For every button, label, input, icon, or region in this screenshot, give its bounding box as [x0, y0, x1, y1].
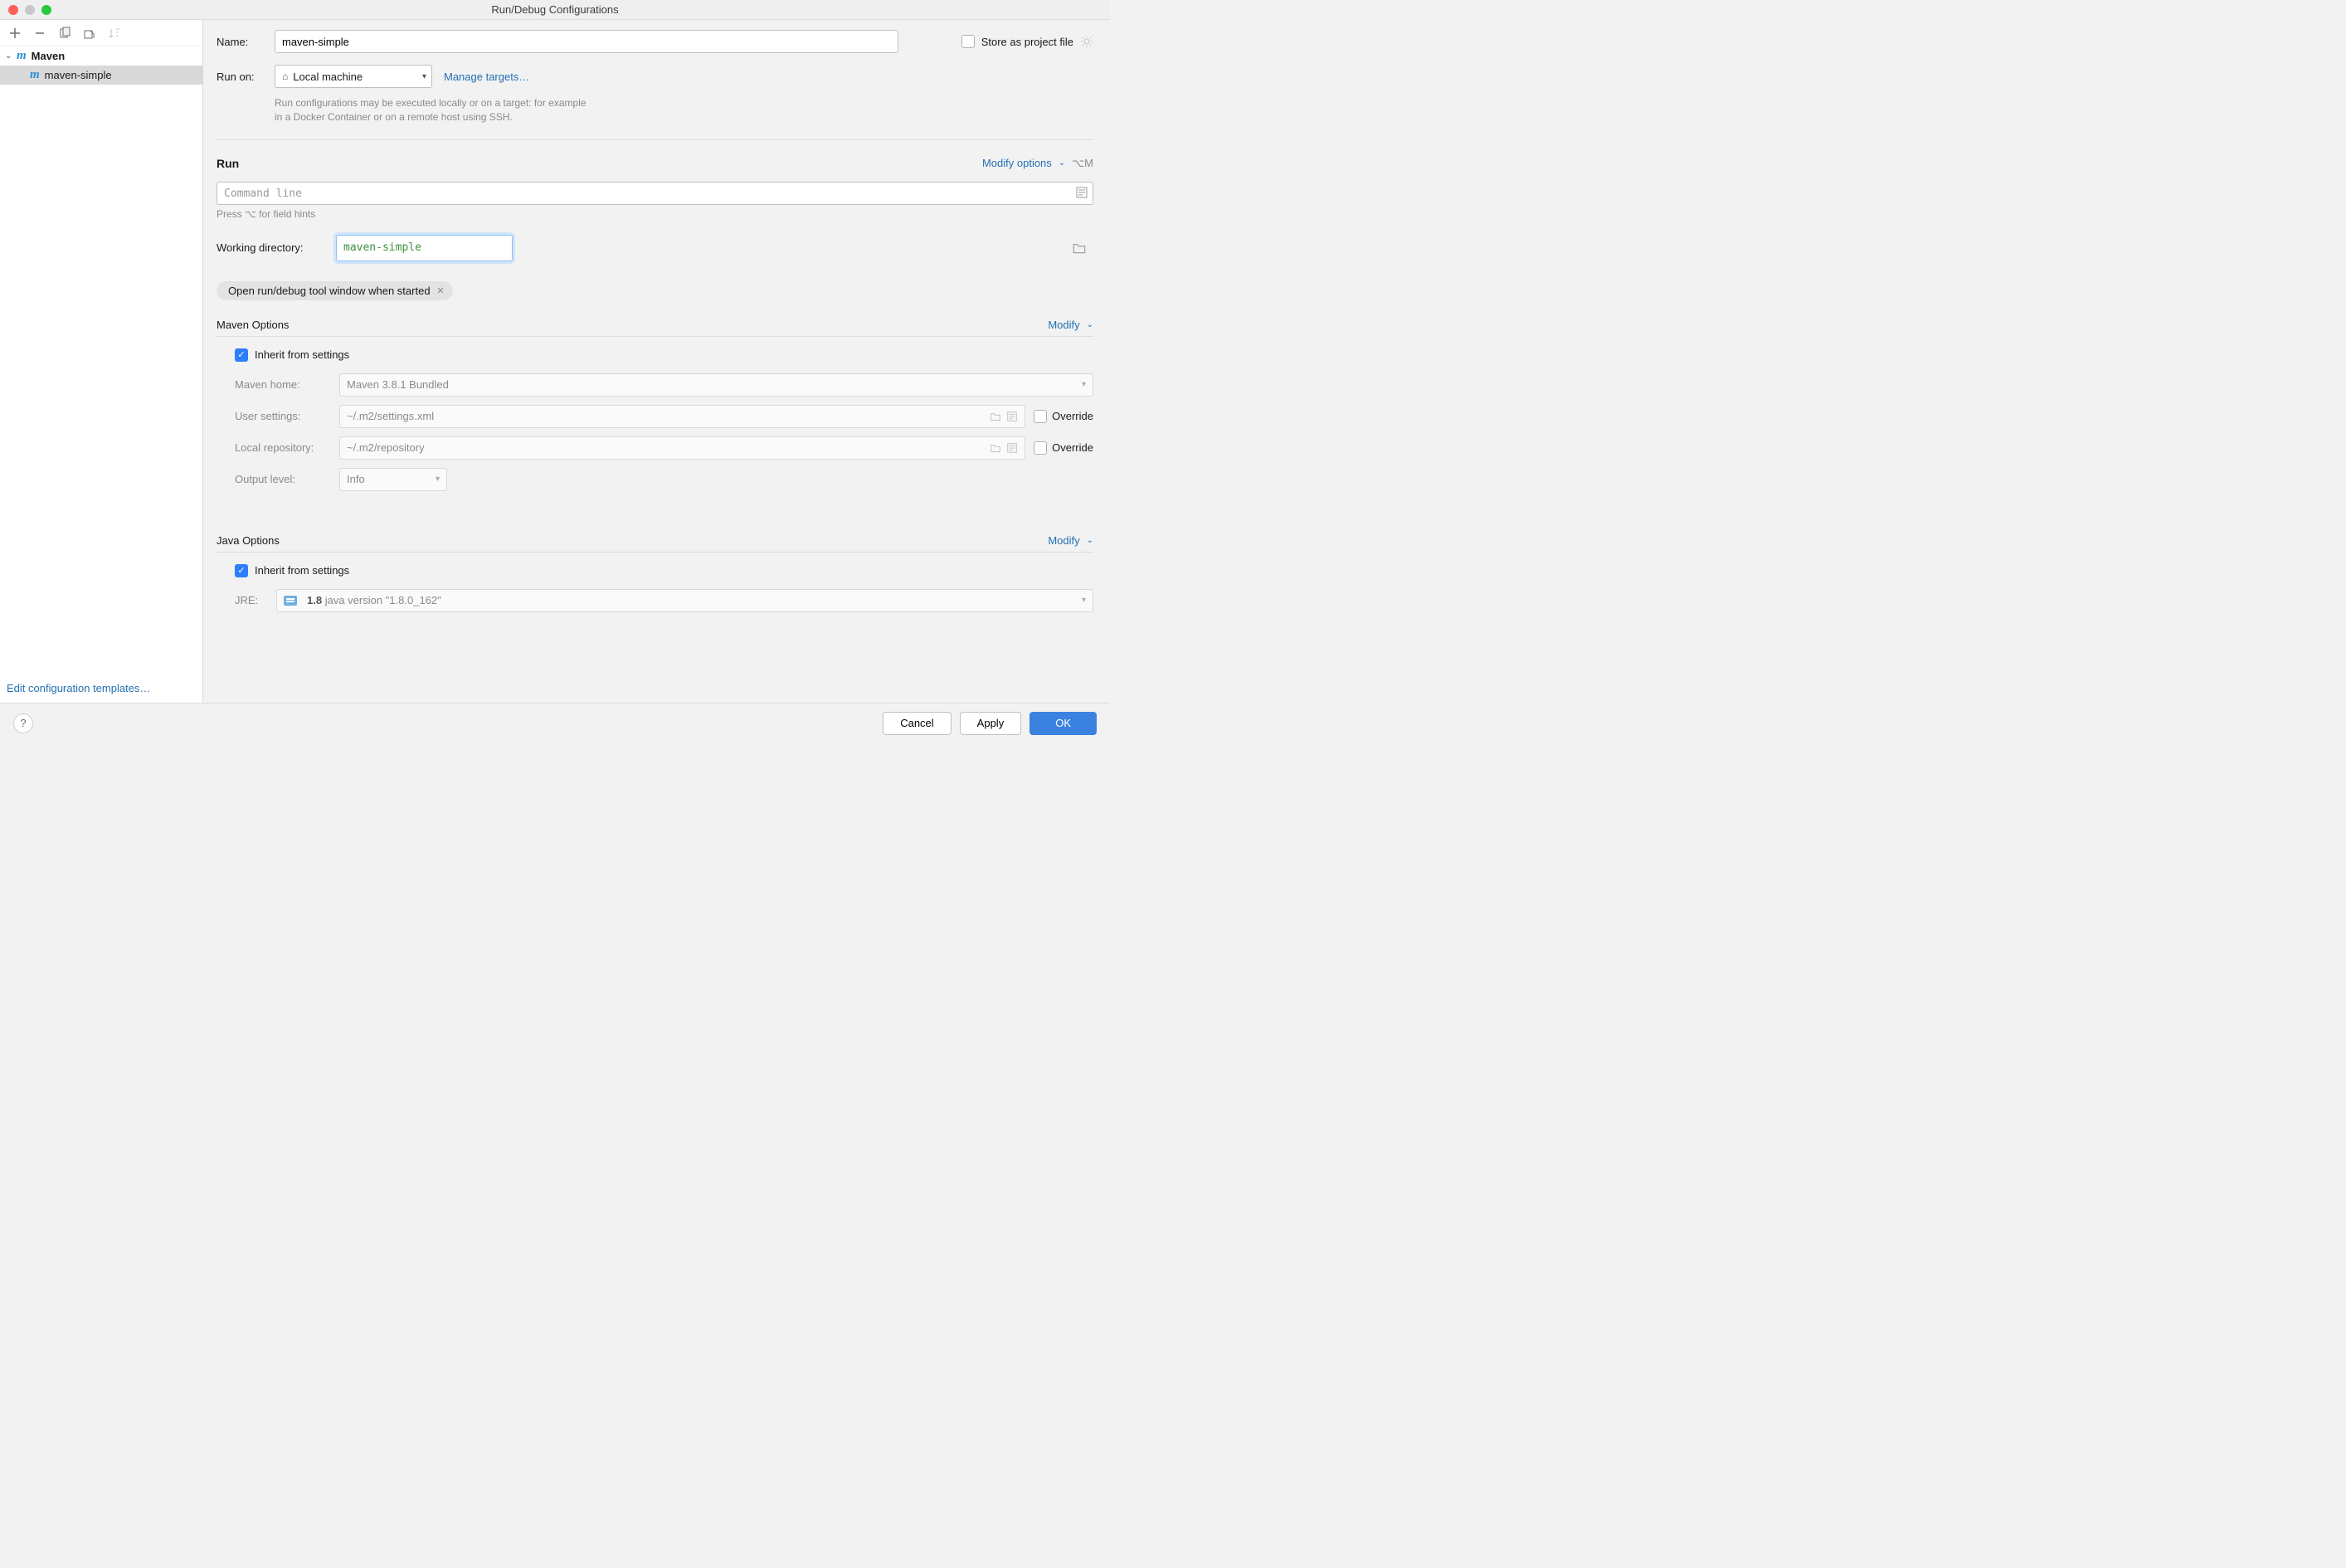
modify-shortcut: ⌥M — [1072, 157, 1093, 170]
java-options-title: Java Options — [217, 534, 280, 547]
java-inherit-checkbox[interactable]: ✓ — [235, 564, 248, 577]
sidebar: ⌄ m Maven m maven-simple Edit configurat… — [0, 20, 203, 703]
ok-button[interactable]: OK — [1029, 712, 1097, 735]
chevron-down-icon: ▾ — [1082, 380, 1086, 389]
field-hint: Press ⌥ for field hints — [217, 208, 1093, 220]
maven-inherit-label: Inherit from settings — [255, 348, 349, 361]
folder-icon[interactable] — [1072, 241, 1087, 256]
name-label: Name: — [217, 36, 275, 48]
tree-node-maven[interactable]: ⌄ m Maven — [0, 46, 202, 66]
folder-icon — [990, 442, 1001, 454]
copy-icon[interactable] — [58, 27, 71, 40]
titlebar: Run/Debug Configurations — [0, 0, 1110, 20]
apply-button[interactable]: Apply — [960, 712, 1022, 735]
jre-field: 1.8 java version "1.8.0_162" ▾ — [276, 589, 1093, 612]
user-settings-label: User settings: — [235, 410, 339, 422]
maven-inherit-checkbox[interactable]: ✓ — [235, 348, 248, 362]
sort-icon — [108, 27, 121, 40]
close-icon[interactable]: ✕ — [437, 285, 445, 296]
chevron-down-icon: ⌄ — [1087, 536, 1093, 545]
window-title: Run/Debug Configurations — [7, 3, 1103, 16]
footer: ? Cancel Apply OK — [0, 703, 1110, 743]
output-level-field: Info ▾ — [339, 468, 447, 491]
gear-icon[interactable] — [1080, 35, 1093, 48]
home-icon: ⌂ — [282, 71, 288, 82]
minimize-window-button[interactable] — [25, 5, 35, 15]
list-icon — [1006, 442, 1018, 454]
maximize-window-button[interactable] — [41, 5, 51, 15]
run-section-title: Run — [217, 157, 239, 170]
maven-icon: m — [30, 68, 40, 82]
runon-hint-2: in a Docker Container or on a remote hos… — [275, 110, 1093, 124]
chevron-down-icon: ▾ — [422, 72, 426, 81]
override-user-checkbox[interactable] — [1034, 410, 1047, 423]
local-repo-field: ~/.m2/repository — [339, 436, 1025, 460]
list-icon — [1006, 411, 1018, 422]
jre-icon — [284, 596, 297, 606]
add-icon[interactable] — [8, 27, 22, 40]
store-checkbox[interactable] — [961, 35, 975, 48]
chevron-down-icon: ▾ — [1082, 596, 1086, 605]
chevron-down-icon: ⌄ — [1087, 320, 1093, 329]
save-icon[interactable] — [83, 27, 96, 40]
maven-options-title: Maven Options — [217, 319, 289, 331]
cancel-button[interactable]: Cancel — [883, 712, 951, 735]
maven-modify-link[interactable]: Modify — [1048, 319, 1079, 331]
local-repo-label: Local repository: — [235, 441, 339, 454]
option-tag-label: Open run/debug tool window when started — [228, 285, 431, 297]
runon-value: Local machine — [293, 71, 363, 83]
runon-combo[interactable]: ⌂ Local machine ▾ — [275, 65, 432, 88]
jre-label: JRE: — [235, 594, 276, 606]
maven-icon: m — [17, 49, 27, 63]
chevron-down-icon: ⌄ — [5, 51, 13, 61]
config-tree: ⌄ m Maven m maven-simple — [0, 46, 202, 675]
help-button[interactable]: ? — [13, 713, 33, 733]
command-line-input[interactable] — [217, 182, 1093, 205]
maven-home-label: Maven home: — [235, 378, 339, 391]
override-label: Override — [1052, 410, 1093, 422]
option-tag[interactable]: Open run/debug tool window when started … — [217, 281, 453, 300]
override-repo-checkbox[interactable] — [1034, 441, 1047, 455]
close-window-button[interactable] — [8, 5, 18, 15]
name-input[interactable] — [275, 30, 898, 53]
working-dir-label: Working directory: — [217, 241, 336, 254]
chevron-down-icon: ⌄ — [1059, 158, 1065, 168]
output-level-label: Output level: — [235, 473, 339, 485]
override-label: Override — [1052, 441, 1093, 454]
modify-options-link[interactable]: Modify options — [982, 157, 1052, 169]
java-modify-link[interactable]: Modify — [1048, 534, 1079, 547]
user-settings-field: ~/.m2/settings.xml — [339, 405, 1025, 428]
maven-home-field: Maven 3.8.1 Bundled ▾ — [339, 373, 1093, 397]
tree-node-maven-simple[interactable]: m maven-simple — [0, 66, 202, 85]
remove-icon[interactable] — [33, 27, 46, 40]
runon-label: Run on: — [217, 71, 275, 83]
expand-icon[interactable] — [1075, 186, 1088, 199]
java-inherit-label: Inherit from settings — [255, 564, 349, 577]
working-dir-input[interactable] — [336, 235, 513, 261]
chevron-down-icon: ▾ — [436, 475, 440, 484]
content: Name: Store as project file Run on: ⌂ Lo… — [203, 20, 1110, 703]
manage-targets-link[interactable]: Manage targets… — [444, 71, 529, 83]
runon-hint-1: Run configurations may be executed local… — [275, 96, 1093, 110]
folder-icon — [990, 411, 1001, 422]
window-controls — [8, 5, 51, 15]
tree-item-label: maven-simple — [45, 69, 112, 81]
store-label: Store as project file — [981, 36, 1073, 48]
edit-templates-link[interactable]: Edit configuration templates… — [0, 675, 202, 703]
sidebar-toolbar — [0, 20, 202, 46]
tree-root-label: Maven — [32, 50, 65, 62]
